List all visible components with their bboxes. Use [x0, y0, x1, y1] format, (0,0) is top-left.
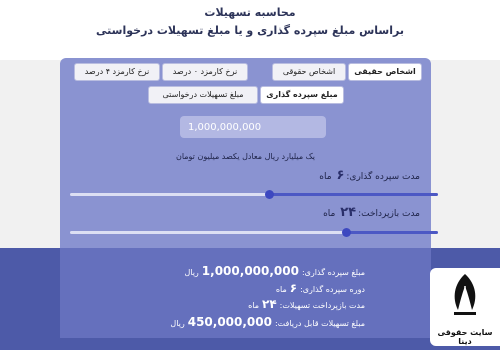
deposit-period-value: ۶	[336, 168, 345, 183]
deposit-period-unit: ماه	[319, 172, 332, 182]
repay-period-label: مدت بازپرداخت:۲۴ ماه	[323, 205, 420, 220]
repay-period-slider[interactable]	[70, 228, 438, 237]
amount-hint: یک میلیارد ریال معادل یکصد میلیون تومان	[175, 152, 316, 161]
amount-input[interactable]	[180, 116, 326, 138]
result-deposit-period-label: دوره سپرده گذاری:	[300, 285, 365, 294]
result-deposit-amount-unit: ریال	[184, 268, 199, 277]
tab-legal-person[interactable]: اشخاص حقوقی	[272, 63, 346, 81]
quill-logo-icon	[454, 274, 476, 315]
page-title: محاسبه تسهیلات	[204, 6, 296, 19]
repay-period-label-text: مدت بازپرداخت:	[358, 209, 420, 219]
deposit-period-label: مدت سپرده گذاری:۶ ماه	[319, 168, 420, 183]
result-loan-unit: ریال	[170, 319, 185, 328]
result-deposit-amount: مبلغ سپرده گذاری:1,000,000,000ریال	[184, 264, 365, 278]
deposit-period-label-text: مدت سپرده گذاری:	[346, 172, 420, 182]
tab-real-person[interactable]: اشخاص حقیقی	[348, 63, 422, 81]
result-loan-value: 450,000,000	[187, 315, 272, 329]
result-loan-amount: مبلغ تسهیلات قابل دریافت:450,000,000ریال	[170, 315, 365, 329]
deposit-period-slider[interactable]	[70, 190, 438, 199]
result-loan-label: مبلغ تسهیلات قابل دریافت:	[274, 319, 365, 328]
result-repay-value: ۲۴	[262, 297, 277, 311]
result-repay-unit: ماه	[248, 301, 260, 310]
result-deposit-period-unit: ماه	[275, 285, 287, 294]
repay-period-slider-thumb[interactable]	[342, 228, 351, 237]
tab-requested-amount[interactable]: مبلغ تسهیلات درخواستی	[148, 86, 258, 104]
repay-period-slider-fill	[346, 231, 438, 234]
repay-period-value: ۲۴	[340, 205, 357, 220]
deposit-period-slider-thumb[interactable]	[264, 190, 274, 199]
result-deposit-amount-value: 1,000,000,000	[201, 264, 299, 278]
deposit-period-slider-fill	[268, 193, 438, 196]
result-deposit-period-value: ۶	[289, 281, 298, 295]
logo-text: سایت حقوقی دینا	[437, 328, 493, 346]
result-deposit-period: دوره سپرده گذاری:۶ماه	[276, 281, 365, 295]
tab-rate-four[interactable]: نرخ کارمزد ۴ درصد	[74, 63, 160, 81]
tab-deposit-amount[interactable]: مبلغ سپرده گذاری	[260, 86, 344, 104]
result-deposit-amount-label: مبلغ سپرده گذاری:	[301, 268, 365, 277]
result-repay-label: مدت بازپرداخت تسهیلات:	[279, 301, 365, 310]
site-logo[interactable]: سایت حقوقی دینا	[430, 268, 500, 346]
tab-rate-zero[interactable]: نرخ کارمزد ۰ درصد	[162, 63, 248, 81]
page-subtitle: براساس مبلغ سپرده گذاری و یا مبلغ تسهیلا…	[96, 24, 404, 37]
result-repay-period: مدت بازپرداخت تسهیلات:۲۴ماه	[248, 297, 365, 311]
repay-period-unit: ماه	[323, 209, 336, 219]
